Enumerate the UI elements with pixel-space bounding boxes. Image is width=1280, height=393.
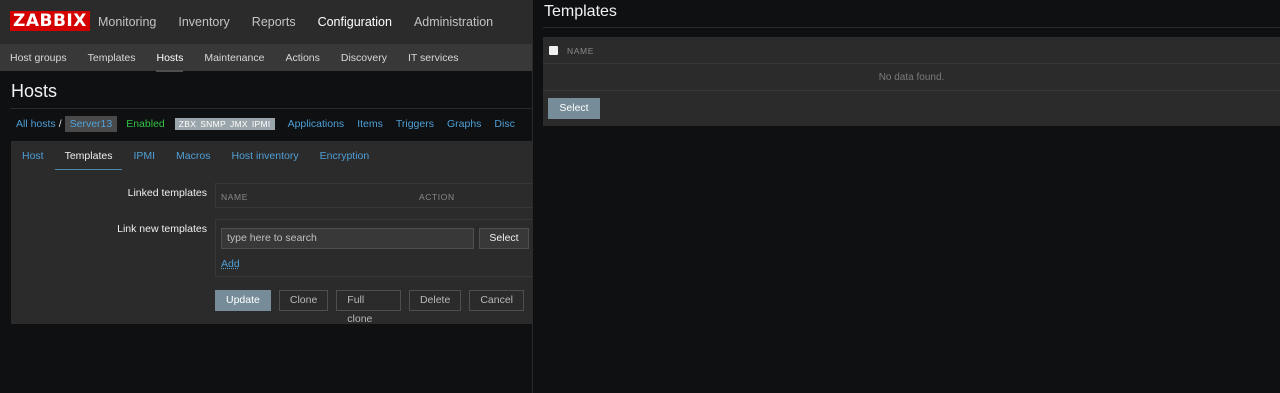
menu-administration[interactable]: Administration	[414, 15, 493, 29]
linked-templates-table: NAME ACTION	[215, 183, 532, 208]
menu-monitoring[interactable]: Monitoring	[98, 15, 156, 29]
sub-navigation-bar: Host groups Templates Hosts Maintenance …	[0, 44, 532, 72]
popup-templates-table: NAME No data found. Select	[543, 37, 1280, 126]
popup-select-button[interactable]: Select	[548, 98, 600, 119]
popup-title: Templates	[544, 3, 617, 20]
no-data-message: No data found.	[878, 72, 945, 83]
link-discovery[interactable]: Disc	[494, 118, 514, 130]
link-new-templates-label: Link new templates	[117, 223, 207, 235]
templates-popup-window: Templates NAME No data found. Select	[533, 0, 1280, 393]
submenu-discovery[interactable]: Discovery	[341, 52, 387, 64]
popup-title-divider	[543, 27, 1280, 28]
link-applications[interactable]: Applications	[288, 118, 345, 130]
link-triggers[interactable]: Triggers	[396, 118, 434, 130]
page-title: Hosts	[11, 81, 58, 101]
menu-inventory[interactable]: Inventory	[178, 15, 229, 29]
submenu-host-groups[interactable]: Host groups	[10, 52, 67, 64]
availability-tags: ZBX SNMP JMX IPMI	[174, 117, 275, 130]
tab-macros[interactable]: Macros	[176, 150, 210, 162]
link-new-templates-box: type here to search Select Add	[215, 219, 532, 277]
menu-reports[interactable]: Reports	[252, 15, 296, 29]
tab-host[interactable]: Host	[22, 150, 44, 162]
top-navigation-bar: ZABBIX Monitoring Inventory Reports Conf…	[0, 0, 532, 44]
select-all-checkbox[interactable]	[549, 46, 558, 55]
link-items[interactable]: Items	[357, 118, 383, 130]
host-edit-window: ZABBIX Monitoring Inventory Reports Conf…	[0, 0, 532, 393]
submenu-templates[interactable]: Templates	[88, 52, 136, 64]
menu-configuration[interactable]: Configuration	[318, 15, 392, 29]
select-templates-button[interactable]: Select	[479, 228, 529, 249]
host-status-enabled[interactable]: Enabled	[126, 118, 165, 130]
submenu-actions[interactable]: Actions	[285, 52, 319, 64]
linked-col-action: ACTION	[419, 192, 455, 202]
tab-ipmi[interactable]: IPMI	[133, 150, 155, 162]
breadcrumb: All hosts / Server13 Enabled ZBX SNMP JM…	[16, 114, 515, 133]
tab-list: Host Templates IPMI Macros Host inventor…	[22, 141, 390, 171]
linked-col-name: NAME	[221, 192, 248, 202]
form-tabs: Host Templates IPMI Macros Host inventor…	[11, 141, 532, 171]
full-clone-button[interactable]: Full clone	[336, 290, 401, 325]
popup-empty-row: No data found.	[543, 64, 1280, 91]
main-menu: Monitoring Inventory Reports Configurati…	[98, 0, 515, 44]
submenu-hosts[interactable]: Hosts	[156, 52, 183, 72]
breadcrumb-all-hosts[interactable]: All hosts	[16, 118, 56, 130]
breadcrumb-separator: /	[58, 117, 62, 130]
tab-host-inventory[interactable]: Host inventory	[231, 150, 298, 162]
linked-templates-label: Linked templates	[127, 187, 207, 199]
sub-menu: Host groups Templates Hosts Maintenance …	[10, 44, 480, 72]
submenu-maintenance[interactable]: Maintenance	[204, 52, 264, 64]
submenu-it-services[interactable]: IT services	[408, 52, 459, 64]
tab-templates[interactable]: Templates	[54, 150, 123, 171]
tag-snmp: SNMP	[200, 118, 226, 129]
screen: ZABBIX Monitoring Inventory Reports Conf…	[0, 0, 1280, 393]
breadcrumb-server[interactable]: Server13	[64, 115, 118, 132]
form-actions: Update Clone Full clone Delete Cancel	[215, 290, 532, 325]
popup-col-name[interactable]: NAME	[567, 46, 594, 56]
templates-form: Linked templates NAME ACTION Link new te…	[11, 170, 532, 325]
tag-jmx: JMX	[229, 118, 248, 129]
title-divider	[10, 108, 532, 109]
tab-encryption[interactable]: Encryption	[320, 150, 370, 162]
link-graphs[interactable]: Graphs	[447, 118, 481, 130]
template-search-input[interactable]: type here to search	[221, 228, 474, 249]
update-button[interactable]: Update	[215, 290, 271, 311]
cancel-button[interactable]: Cancel	[469, 290, 524, 311]
tag-zbx: ZBX	[178, 118, 197, 129]
tag-ipmi: IPMI	[251, 118, 271, 129]
zabbix-logo[interactable]: ZABBIX	[10, 11, 90, 31]
popup-table-header: NAME	[543, 37, 1280, 64]
add-template-link[interactable]: Add	[221, 258, 240, 270]
delete-button[interactable]: Delete	[408, 290, 462, 311]
clone-button[interactable]: Clone	[278, 290, 329, 311]
